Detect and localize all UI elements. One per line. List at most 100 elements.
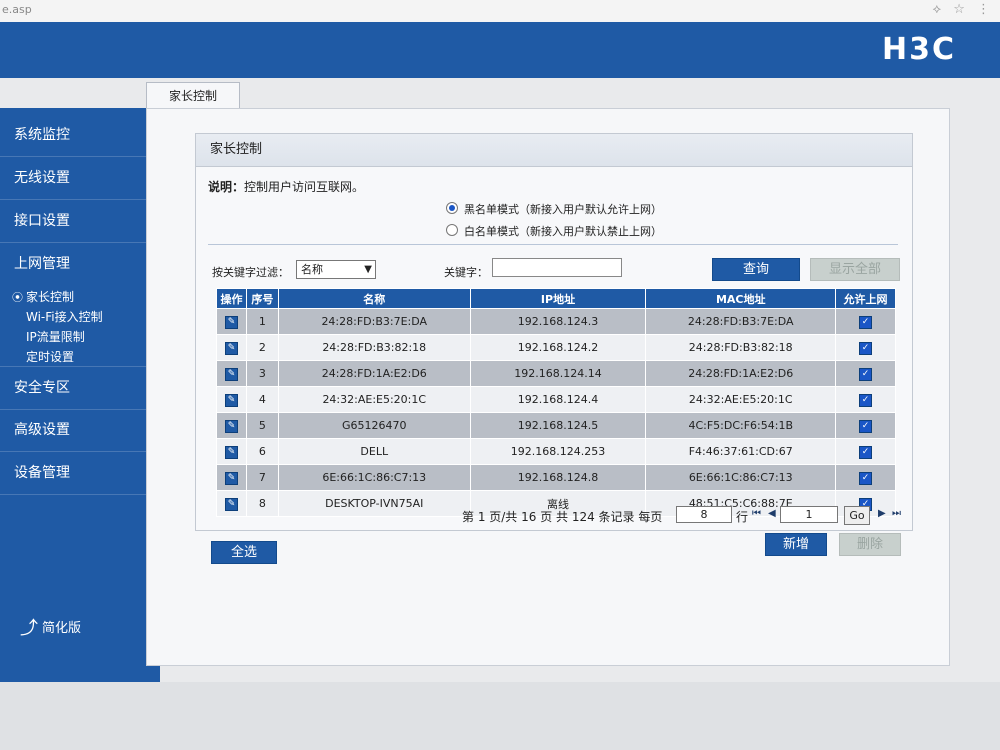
cell-allow: ✓ xyxy=(835,386,896,413)
cell-action: ✎ xyxy=(216,334,247,361)
edit-icon[interactable]: ✎ xyxy=(224,394,238,407)
simple-mode-link[interactable]: ⤴ 简化版 xyxy=(20,614,81,640)
cell-action: ✎ xyxy=(216,360,247,387)
select-all-button[interactable]: 全选 xyxy=(211,541,277,564)
table-row: ✎ 6 DELL 192.168.124.253 F4:46:37:61:CD:67 ✓ xyxy=(216,438,896,465)
cell-allow: ✓ xyxy=(835,360,896,387)
cell-allow: ✓ xyxy=(835,438,896,465)
add-button[interactable]: 新增 xyxy=(765,533,827,556)
nav-system-monitor[interactable]: 系统监控 xyxy=(0,114,160,157)
whitelist-radio[interactable] xyxy=(446,224,458,236)
nav-interface-settings[interactable]: 接口设置 xyxy=(0,200,160,243)
filter-field-value: 名称 xyxy=(301,263,323,276)
cell-mac: F4:46:37:61:CD:67 xyxy=(645,438,837,465)
browser-toolbar-icons[interactable]: ⟡ ☆ ⋮ xyxy=(932,2,994,17)
cell-name: 24:28:FD:B3:82:18 xyxy=(277,334,471,361)
rows-label: 行 xyxy=(736,510,749,524)
delete-button[interactable]: 删除 xyxy=(839,533,901,556)
allow-checkbox[interactable]: ✓ xyxy=(859,342,873,355)
allow-checkbox[interactable]: ✓ xyxy=(859,472,873,485)
cell-index: 6 xyxy=(245,438,279,465)
cell-name: DESKTOP-IVN75AI xyxy=(277,490,471,517)
cell-ip: 192.168.124.14 xyxy=(469,360,647,387)
allow-checkbox[interactable]: ✓ xyxy=(859,420,873,433)
client-table: 操作 序号 名称 IP地址 MAC地址 允许上网 ✎ 1 24:28:FD:B3:7… xyxy=(216,288,896,517)
table-header-row: 操作 序号 名称 IP地址 MAC地址 允许上网 xyxy=(216,288,896,309)
cell-action: ✎ xyxy=(216,308,247,335)
edit-icon[interactable]: ✎ xyxy=(224,420,238,433)
allow-checkbox[interactable]: ✓ xyxy=(859,446,873,459)
cell-ip: 192.168.124.8 xyxy=(469,464,647,491)
cell-action: ✎ xyxy=(216,438,247,465)
prev-page-icon[interactable]: ◀ xyxy=(768,508,776,519)
cell-name: 24:28:FD:1A:E2:D6 xyxy=(277,360,471,387)
nav-wireless-settings[interactable]: 无线设置 xyxy=(0,157,160,200)
table-row: ✎ 3 24:28:FD:1A:E2:D6 192.168.124.14 24:28:F… xyxy=(216,360,896,387)
cell-mac: 4C:F5:DC:F6:54:1B xyxy=(645,412,837,439)
show-all-button[interactable]: 显示全部 xyxy=(810,258,900,281)
filter-field-select[interactable]: 名称 ▼ xyxy=(296,260,376,279)
edit-icon[interactable]: ✎ xyxy=(224,498,238,511)
cell-index: 2 xyxy=(245,334,279,361)
sidebar: 系统监控 无线设置 接口设置 上网管理 家长控制 Wi-Fi接入控制 IP流量限… xyxy=(0,108,160,682)
edit-icon[interactable]: ✎ xyxy=(224,446,238,459)
simple-mode-label: 简化版 xyxy=(42,621,82,636)
col-name: 名称 xyxy=(277,288,471,309)
cell-action: ✎ xyxy=(216,490,247,517)
go-button[interactable]: Go xyxy=(844,506,870,525)
cell-name: 24:28:FD:B3:7E:DA xyxy=(277,308,471,335)
filter-label: 按关键字过滤： xyxy=(212,266,289,279)
cell-action: ✎ xyxy=(216,464,247,491)
tab-parental-control[interactable]: 家长控制 xyxy=(146,82,240,109)
mode-blacklist-option[interactable]: 黑名单模式（新接入用户默认允许上网） xyxy=(446,201,662,217)
address-fragment[interactable]: e.asp xyxy=(2,3,32,16)
cell-allow: ✓ xyxy=(835,334,896,361)
nav-sub-ip-traffic-limit[interactable]: IP流量限制 xyxy=(26,328,85,345)
keyword-label: 关键字： xyxy=(444,266,488,279)
col-allow: 允许上网 xyxy=(835,288,896,309)
edit-icon[interactable]: ✎ xyxy=(224,342,238,355)
nav-advanced-settings[interactable]: 高级设置 xyxy=(0,409,160,452)
nav-sub-wifi-access-control[interactable]: Wi-Fi接入控制 xyxy=(26,308,103,325)
next-page-icon[interactable]: ▶ xyxy=(878,508,886,519)
blacklist-label: 黑名单模式（新接入用户默认允许上网） xyxy=(464,203,662,216)
browser-bar: e.asp ⟡ ☆ ⋮ xyxy=(0,0,1000,23)
nav-device-management[interactable]: 设备管理 xyxy=(0,452,160,495)
col-mac: MAC地址 xyxy=(645,288,837,309)
blacklist-radio[interactable] xyxy=(446,202,458,214)
divider xyxy=(208,244,898,245)
col-action: 操作 xyxy=(216,288,247,309)
nav-sub-schedule[interactable]: 定时设置 xyxy=(26,348,74,365)
table-row: ✎ 2 24:28:FD:B3:82:18 192.168.124.2 24:28:FD… xyxy=(216,334,896,361)
cell-name: G65126470 xyxy=(277,412,471,439)
edit-icon[interactable]: ✎ xyxy=(224,368,238,381)
nav-internet-management[interactable]: 上网管理 xyxy=(0,243,160,285)
cell-allow: ✓ xyxy=(835,412,896,439)
cell-action: ✎ xyxy=(216,386,247,413)
allow-checkbox[interactable]: ✓ xyxy=(859,394,873,407)
cell-index: 3 xyxy=(245,360,279,387)
cell-mac: 24:28:FD:B3:7E:DA xyxy=(645,308,837,335)
description-label: 说明： xyxy=(208,180,245,194)
allow-checkbox[interactable]: ✓ xyxy=(859,316,873,329)
mode-whitelist-option[interactable]: 白名单模式（新接入用户默认禁止上网） xyxy=(446,223,662,239)
query-button[interactable]: 查询 xyxy=(712,258,800,281)
parental-control-panel: 家长控制 说明：控制用户访问互联网。 黑名单模式（新接入用户默认允许上网） 白名… xyxy=(195,133,913,531)
cell-name: 6E:66:1C:86:C7:13 xyxy=(277,464,471,491)
table-row: ✎ 7 6E:66:1C:86:C7:13 192.168.124.8 6E:66:1C… xyxy=(216,464,896,491)
nav-security-zone[interactable]: 安全专区 xyxy=(0,366,160,410)
page-number-input[interactable]: 1 xyxy=(780,506,838,523)
table-row: ✎ 4 24:32:AE:E5:20:1C 192.168.124.4 24:32:AE… xyxy=(216,386,896,413)
main-content: 家长控制 说明：控制用户访问互联网。 黑名单模式（新接入用户默认允许上网） 白名… xyxy=(146,108,950,666)
col-ip: IP地址 xyxy=(469,288,647,309)
cell-index: 1 xyxy=(245,308,279,335)
edit-icon[interactable]: ✎ xyxy=(224,472,238,485)
first-page-icon[interactable]: ⏮ xyxy=(752,508,761,519)
nav-sub-parental-control[interactable]: 家长控制 xyxy=(12,288,74,305)
col-index: 序号 xyxy=(245,288,279,309)
allow-checkbox[interactable]: ✓ xyxy=(859,368,873,381)
edit-icon[interactable]: ✎ xyxy=(224,316,238,329)
per-page-input[interactable]: 8 xyxy=(676,506,732,523)
last-page-icon[interactable]: ⏭ xyxy=(892,508,901,519)
keyword-input[interactable] xyxy=(492,258,622,277)
